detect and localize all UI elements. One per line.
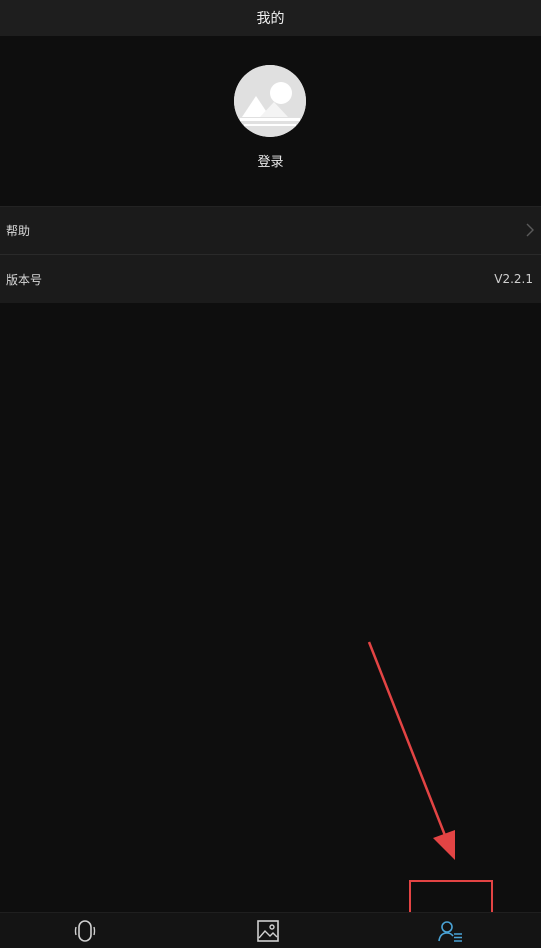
chevron-right-icon [526, 223, 534, 237]
profile-section: 登录 [0, 36, 541, 206]
bottom-tab-bar [0, 912, 541, 948]
avatar[interactable] [234, 65, 306, 137]
help-label: 帮助 [6, 224, 31, 238]
version-label: 版本号 [6, 272, 43, 287]
tab-device[interactable] [45, 913, 125, 948]
device-icon [74, 919, 96, 942]
tab-gallery[interactable] [228, 913, 308, 948]
version-row: 版本号 V2.2.1 [0, 255, 541, 303]
help-row[interactable]: 帮助 [0, 206, 541, 254]
title-bar: 我的 [0, 0, 541, 36]
page-title: 我的 [256, 11, 285, 27]
image-placeholder-icon [234, 65, 306, 137]
profile-list-icon [438, 920, 462, 942]
login-link[interactable]: 登录 [0, 151, 541, 170]
version-value: V2.2.1 [494, 272, 533, 286]
tab-profile[interactable] [411, 913, 491, 948]
image-icon [257, 919, 279, 942]
settings-list: 帮助 版本号 V2.2.1 [0, 206, 541, 303]
